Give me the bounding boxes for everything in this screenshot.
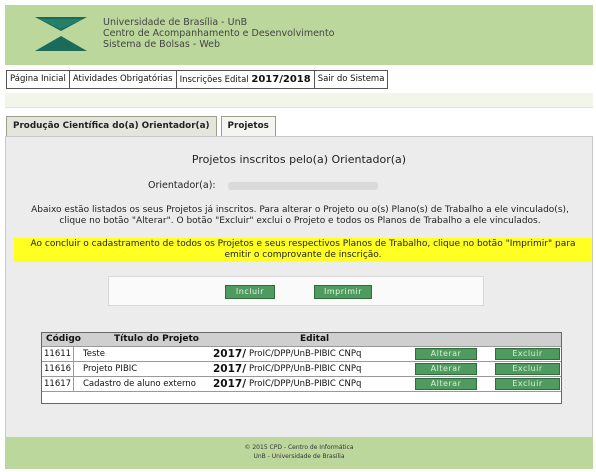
footer-line-1: © 2015 CPD - Centro de Informática (244, 444, 354, 451)
page-footer: © 2015 CPD - Centro de Informática UnB -… (5, 437, 593, 469)
print-notice: Ao concluir o cadastramento de todos os … (14, 238, 592, 262)
row-code: 11617 (44, 379, 72, 389)
instructions-text: Abaixo estão listados os seus Projetos j… (31, 205, 569, 226)
tab-projects[interactable]: Projetos (220, 116, 276, 137)
row-edital: ProIC/DPP/UnB-PIBIC CNPq (249, 349, 362, 359)
institution-line-2: Centro de Acompanhamento e Desenvolvimen… (103, 28, 335, 39)
row-edital: ProIC/DPP/UnB-PIBIC CNPq (249, 364, 362, 374)
unb-logo-icon (35, 17, 87, 51)
actions-box: Incluir Imprimir (108, 276, 484, 306)
table-row: 11616 Projeto PIBIC 2017/ ProIC/DPP/UnB-… (42, 361, 561, 376)
delete-button[interactable]: Excluir (495, 363, 560, 375)
menu-inscriptions-label: Inscrições Edital (179, 75, 249, 85)
row-year: 2017/ (213, 347, 246, 361)
alter-button[interactable]: Alterar (415, 363, 477, 375)
delete-button[interactable]: Excluir (495, 348, 560, 360)
row-code: 11611 (44, 349, 72, 359)
footer-line-2: UnB - Universidade de Brasília (253, 453, 345, 460)
table-header: Código Título do Projeto Edital (42, 333, 561, 346)
column-divider (73, 347, 74, 361)
menu-logout[interactable]: Sair do Sistema (315, 71, 388, 88)
alter-button[interactable]: Alterar (415, 348, 477, 360)
institution-line-3: Sistema de Bolsas - Web (103, 39, 221, 50)
projects-panel: Projetos inscritos pelo(a) Orientador(a)… (5, 136, 593, 438)
separator-band (5, 93, 593, 108)
row-year: 2017/ (213, 362, 246, 376)
row-year: 2017/ (213, 377, 246, 391)
institution-line-1: Universidade de Brasília - UnB (103, 17, 248, 28)
tab-scientific-production[interactable]: Produção Científica do(a) Orientador(a) (6, 116, 217, 137)
include-button[interactable]: Incluir (225, 285, 275, 299)
alter-button[interactable]: Alterar (415, 378, 477, 390)
column-divider (73, 377, 74, 391)
row-title: Projeto PIBIC (83, 364, 138, 374)
header-edital: Edital (300, 334, 330, 344)
menu-inscriptions[interactable]: Inscrições Edital 2017/2018 (177, 71, 315, 88)
institution-name: Universidade de Brasília - UnB Centro de… (103, 17, 335, 50)
panel-title: Projetos inscritos pelo(a) Orientador(a) (191, 153, 407, 166)
row-code: 11616 (44, 364, 72, 374)
table-row: 11611 Teste 2017/ ProIC/DPP/UnB-PIBIC CN… (42, 346, 561, 361)
table-footer (42, 391, 561, 403)
menu-activities[interactable]: Atividades Obrigatórias (70, 71, 177, 88)
menu-inscriptions-year: 2017/2018 (251, 74, 311, 85)
main-menu: Página Inicial Atividades Obrigatórias I… (6, 70, 389, 89)
header-banner: Universidade de Brasília - UnB Centro de… (5, 5, 593, 65)
orientador-label: Orientador(a): (148, 180, 216, 191)
projects-table: Código Título do Projeto Edital 11611 Te… (41, 332, 562, 404)
print-button[interactable]: Imprimir (314, 285, 372, 299)
row-edital: ProIC/DPP/UnB-PIBIC CNPq (249, 379, 362, 389)
menu-home[interactable]: Página Inicial (7, 71, 70, 88)
orientador-value-redacted (228, 182, 378, 190)
row-title: Teste (83, 349, 105, 359)
delete-button[interactable]: Excluir (495, 378, 560, 390)
row-title: Cadastro de aluno externo (83, 379, 196, 389)
column-divider (73, 362, 74, 376)
header-title: Título do Projeto (114, 334, 199, 344)
header-code: Código (46, 334, 81, 344)
table-row: 11617 Cadastro de aluno externo 2017/ Pr… (42, 376, 561, 391)
tab-bar: Produção Científica do(a) Orientador(a) … (6, 116, 276, 137)
